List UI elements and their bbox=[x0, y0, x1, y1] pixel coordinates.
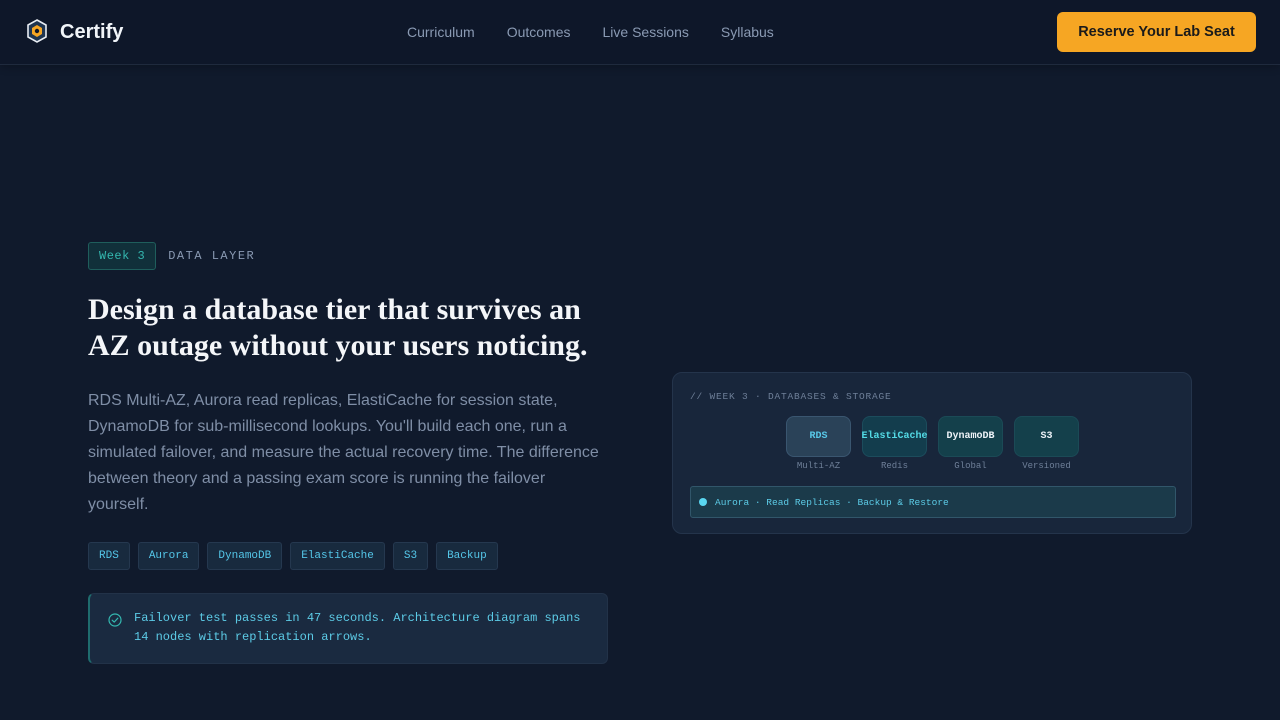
nav-syllabus[interactable]: Syllabus bbox=[721, 24, 774, 40]
node-rds-sub: Multi-AZ bbox=[796, 461, 841, 471]
week-badge: Week 3 bbox=[88, 242, 157, 270]
hero-description: RDS Multi-AZ, Aurora read replicas, Elas… bbox=[88, 392, 599, 513]
node-s3: S3 bbox=[1014, 416, 1079, 457]
node-elasticache-sub: Redis bbox=[880, 461, 908, 471]
nav-outcomes[interactable]: Outcomes bbox=[507, 24, 571, 40]
replication-bar: Aurora · Read Replicas · Backup & Restor… bbox=[690, 486, 1176, 518]
callout-text: Failover test passes in 47 seconds. Arch… bbox=[134, 611, 581, 644]
reserve-seat-button[interactable]: Reserve Your Lab Seat bbox=[1057, 12, 1256, 52]
eyebrow: Week 3 DATA LAYER bbox=[88, 242, 255, 270]
replication-bar-text: Aurora · Read Replicas · Backup & Restor… bbox=[715, 496, 949, 508]
node-dynamodb: DynamoDB bbox=[938, 416, 1003, 457]
page-title: Design a database tier that survives an … bbox=[88, 293, 588, 362]
architecture-diagram-panel: // WEEK 3 · DATABASES & STORAGE RDS Mult… bbox=[672, 372, 1192, 534]
tag-rds: RDS bbox=[88, 542, 130, 570]
node-elasticache: ElastiCache bbox=[862, 416, 928, 457]
main-nav: Curriculum Outcomes Live Sessions Syllab… bbox=[407, 24, 774, 40]
tag-aurora: Aurora bbox=[137, 542, 200, 570]
diagram-title: // WEEK 3 · DATABASES & STORAGE bbox=[690, 391, 892, 402]
logo-icon bbox=[27, 19, 47, 43]
tag-s3: S3 bbox=[392, 542, 429, 570]
topic-tags: RDS Aurora DynamoDB ElastiCache S3 Backu… bbox=[88, 542, 498, 570]
tag-dynamodb: DynamoDB bbox=[207, 542, 283, 570]
node-s3-sub: Versioned bbox=[1022, 461, 1071, 471]
tag-backup: Backup bbox=[436, 542, 498, 570]
node-dynamodb-sub: Global bbox=[954, 461, 987, 471]
result-callout: Failover test passes in 47 seconds. Arch… bbox=[88, 593, 608, 664]
nav-live-sessions[interactable]: Live Sessions bbox=[603, 24, 689, 40]
eyebrow-label: DATA LAYER bbox=[168, 249, 256, 263]
brand-name: Certify bbox=[60, 20, 124, 43]
status-dot-icon bbox=[699, 498, 707, 506]
brand[interactable]: Certify bbox=[26, 19, 123, 45]
node-rds: RDS bbox=[786, 416, 851, 457]
tag-elasticache: ElastiCache bbox=[290, 542, 385, 570]
check-circle-icon bbox=[108, 613, 122, 627]
nav-curriculum[interactable]: Curriculum bbox=[407, 24, 475, 40]
site-header: Certify Curriculum Outcomes Live Session… bbox=[0, 0, 1280, 65]
